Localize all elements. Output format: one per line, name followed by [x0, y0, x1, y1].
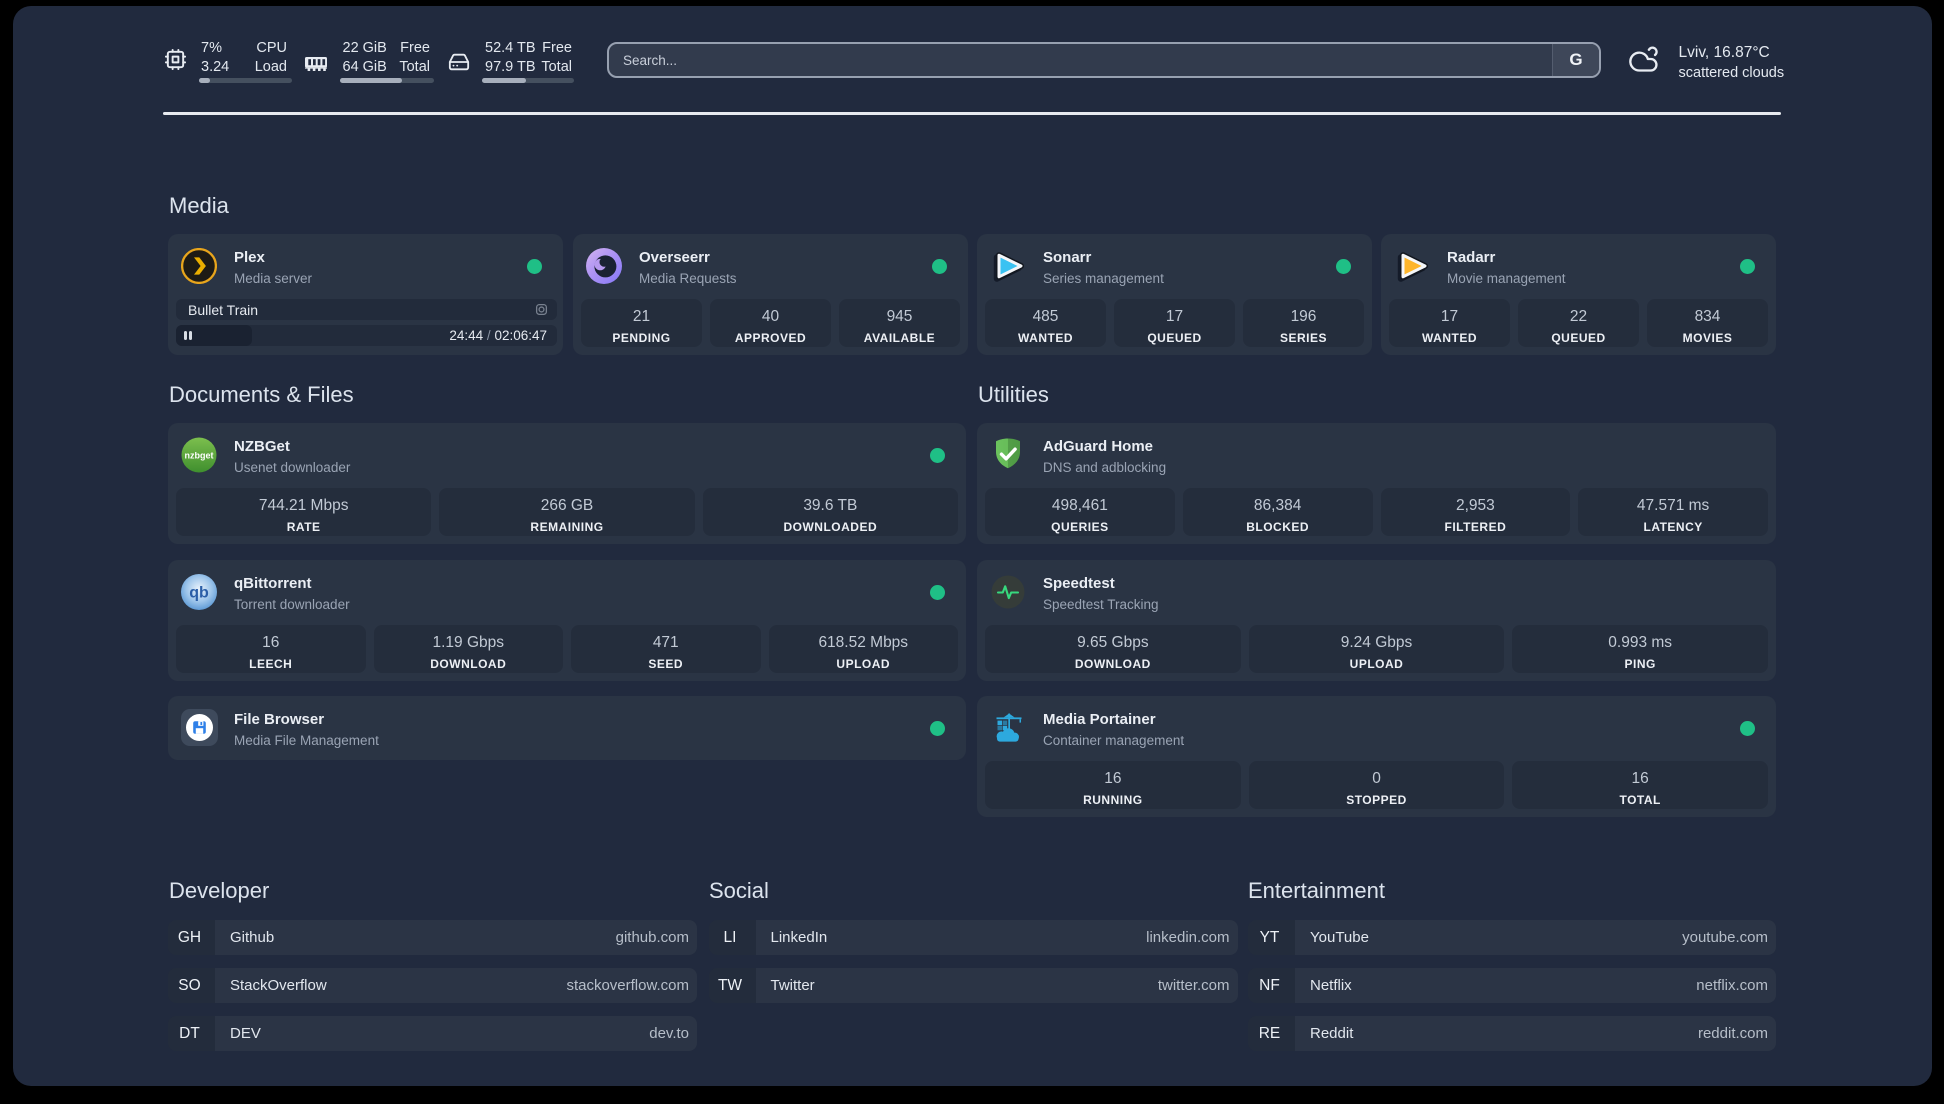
svg-text:nzbget: nzbget [185, 451, 214, 461]
svg-text:qb: qb [189, 585, 209, 602]
